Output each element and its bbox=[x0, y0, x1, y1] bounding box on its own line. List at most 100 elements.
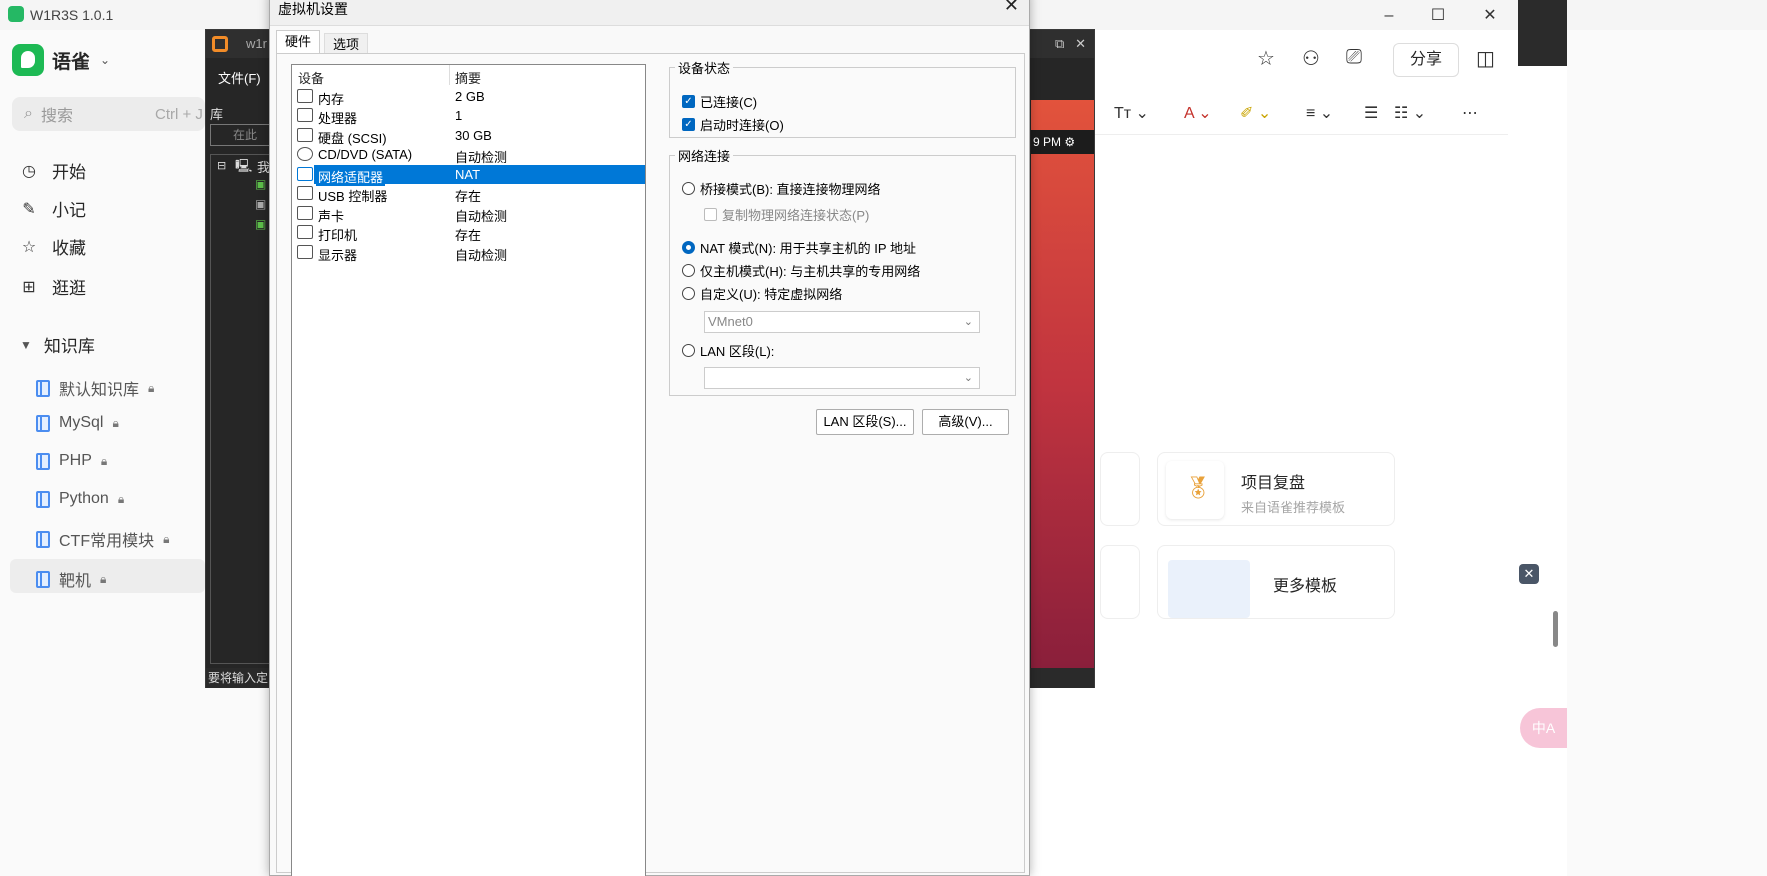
book-icon bbox=[36, 452, 50, 470]
device-status-group: 设备状态 ✓ 已连接(C) ✓ 启动时连接(O) bbox=[669, 58, 1016, 138]
close-icon[interactable]: ✕ bbox=[1519, 564, 1539, 584]
kb-item[interactable]: CTF常用模块 🔒︎ bbox=[36, 527, 170, 551]
radio-label: 桥接模式(B): 直接连接物理网络 bbox=[700, 182, 881, 197]
menu-file[interactable]: 文件(F) bbox=[218, 68, 261, 87]
dialog-title: 虚拟机设置 bbox=[278, 1, 348, 17]
connected-checkbox[interactable]: ✓ 已连接(C) bbox=[682, 92, 757, 111]
library-search-input[interactable]: 在此 bbox=[210, 124, 270, 146]
caret-down-icon: ▼ bbox=[20, 337, 32, 352]
bullet-list-icon[interactable]: ☰ bbox=[1364, 103, 1378, 123]
custom-network-select[interactable]: VMnet0 ⌄ bbox=[704, 311, 980, 333]
device-list[interactable]: 设备 摘要 内存 2 GB 处理器 1 硬盘 (SCSI) 30 GB CD/DVD … bbox=[291, 64, 646, 876]
column-device[interactable]: 设备 bbox=[298, 68, 324, 87]
grid-icon: ⊞ bbox=[22, 278, 36, 296]
kb-item[interactable]: MySql 🔒︎ bbox=[36, 414, 119, 432]
window-controls[interactable]: ⧉ ✕ bbox=[1055, 36, 1086, 52]
device-row-sound[interactable]: 声卡 自动检测 bbox=[292, 204, 645, 224]
nav-favorites[interactable]: ☆ 收藏 bbox=[20, 234, 86, 259]
lan-segment-radio[interactable]: LAN 区段(L): bbox=[682, 341, 774, 360]
share-button[interactable]: 分享 bbox=[1393, 43, 1459, 77]
chevron-down-icon: ⌄ bbox=[963, 316, 973, 328]
vmware-library: 库 在此 ⊟ 🖳︎ 我 ▣ ▣ ▣ bbox=[206, 98, 270, 670]
brand-name: 语雀 bbox=[52, 51, 91, 73]
kb-item[interactable]: 默认知识库 🔒︎ bbox=[36, 376, 154, 400]
leaf-icon: ✎ bbox=[22, 200, 36, 218]
vm-running-icon[interactable]: ▣ bbox=[255, 217, 266, 231]
template-card-partial[interactable] bbox=[1100, 545, 1140, 619]
kb-header-label: 知识库 bbox=[43, 337, 95, 356]
host-only-radio[interactable]: 仅主机模式(H): 与主机共享的专用网络 bbox=[682, 261, 920, 280]
search-shortcut: Ctrl + J bbox=[155, 105, 203, 123]
custom-radio[interactable]: 自定义(U): 特定虚拟网络 bbox=[682, 284, 842, 303]
nav-start[interactable]: ◷ 开始 bbox=[20, 158, 86, 183]
maximize-icon[interactable]: ☐ bbox=[1415, 2, 1461, 30]
translate-button[interactable]: 中A bbox=[1520, 708, 1567, 748]
vm-icon[interactable]: ▣ bbox=[255, 197, 266, 211]
device-row-harddisk[interactable]: 硬盘 (SCSI) 30 GB bbox=[292, 126, 645, 146]
cd-icon bbox=[297, 147, 313, 161]
close-icon[interactable]: ✕ bbox=[1004, 0, 1019, 16]
lan-segment-select[interactable]: ⌄ bbox=[704, 367, 980, 389]
knowledge-base-header[interactable]: ▼ 知识库 bbox=[20, 332, 95, 357]
tree-collapse-icon[interactable]: ⊟ bbox=[217, 159, 226, 172]
kb-item[interactable]: Python 🔒︎ bbox=[36, 490, 124, 508]
more-templates-card[interactable]: 更多模板 bbox=[1157, 545, 1395, 619]
document-canvas: 🏅︎ 项目复盘 来自语雀推荐模板 更多模板 bbox=[1030, 134, 1508, 876]
present-icon[interactable]: ⎚ bbox=[1346, 46, 1362, 69]
library-tree[interactable]: ⊟ 🖳︎ 我 ▣ ▣ ▣ bbox=[210, 154, 270, 664]
brand-switcher[interactable]: 语雀 ⌄ bbox=[12, 44, 110, 76]
checkbox-label: 已连接(C) bbox=[700, 95, 758, 110]
more-icon[interactable]: ⋯ bbox=[1462, 103, 1478, 123]
search-placeholder: 搜索 bbox=[40, 108, 73, 125]
nav-explore[interactable]: ⊞ 逛逛 bbox=[20, 274, 86, 299]
advanced-button[interactable]: 高级(V)... bbox=[922, 409, 1009, 435]
connect-at-power-on-checkbox[interactable]: ✓ 启动时连接(O) bbox=[682, 115, 784, 134]
sidebar-toggle-icon[interactable]: ◫ bbox=[1476, 46, 1495, 71]
vm-display[interactable]: 9 PM ⚙ bbox=[1031, 100, 1094, 668]
device-row-network[interactable]: 网络适配器 NAT bbox=[292, 165, 645, 186]
radio-dot bbox=[682, 182, 695, 195]
nav-notes[interactable]: ✎ 小记 bbox=[20, 196, 86, 221]
tab-options[interactable]: 选项 bbox=[324, 33, 369, 54]
kb-item[interactable]: 靶机 🔒︎ bbox=[36, 567, 106, 591]
add-user-icon[interactable]: ⚇ bbox=[1302, 46, 1320, 71]
vm-running-icon[interactable]: ▣ bbox=[255, 177, 266, 191]
sound-icon bbox=[297, 206, 313, 220]
device-list-header: 设备 摘要 bbox=[292, 65, 645, 87]
kb-item-label: Python bbox=[59, 490, 109, 507]
lock-icon: 🔒︎ bbox=[100, 453, 108, 468]
device-row-cpu[interactable]: 处理器 1 bbox=[292, 106, 645, 126]
numbered-list-icon[interactable]: ☷ ⌄ bbox=[1394, 103, 1426, 123]
book-icon bbox=[36, 570, 50, 588]
scrollbar[interactable] bbox=[1551, 66, 1561, 662]
kb-item-label: CTF常用模块 bbox=[59, 533, 155, 550]
bridged-radio[interactable]: 桥接模式(B): 直接连接物理网络 bbox=[682, 179, 881, 198]
tab-hardware[interactable]: 硬件 bbox=[276, 30, 321, 55]
replicate-state-checkbox[interactable]: 复制物理网络连接状态(P) bbox=[704, 205, 869, 224]
star-icon[interactable]: ☆ bbox=[1257, 46, 1275, 71]
device-name: USB 控制器 bbox=[318, 189, 388, 204]
library-search-placeholder: 在此 bbox=[233, 128, 258, 142]
device-summary: 自动检测 bbox=[455, 248, 508, 263]
device-row-printer[interactable]: 打印机 存在 bbox=[292, 223, 645, 243]
device-summary: 1 bbox=[455, 108, 463, 123]
font-color-icon[interactable]: A ⌄ bbox=[1184, 103, 1212, 123]
device-row-usb[interactable]: USB 控制器 存在 bbox=[292, 184, 645, 204]
text-size-icon[interactable]: Tт ⌄ bbox=[1114, 103, 1149, 123]
template-card[interactable]: 🏅︎ 项目复盘 来自语雀推荐模板 bbox=[1157, 452, 1395, 526]
device-name: 处理器 bbox=[318, 111, 358, 126]
lock-icon: 🔒︎ bbox=[163, 531, 170, 546]
search-input[interactable]: ⌕ 搜索 Ctrl + J bbox=[12, 97, 205, 131]
align-icon[interactable]: ≡ ⌄ bbox=[1306, 103, 1333, 123]
template-card-partial[interactable] bbox=[1100, 452, 1140, 526]
lan-segments-button[interactable]: LAN 区段(S)... bbox=[816, 409, 914, 435]
minimize-icon[interactable]: – bbox=[1366, 2, 1412, 30]
device-row-cddvd[interactable]: CD/DVD (SATA) 自动检测 bbox=[292, 145, 645, 165]
column-summary[interactable]: 摘要 bbox=[455, 68, 481, 87]
close-icon[interactable]: ✕ bbox=[1467, 2, 1513, 30]
highlight-icon[interactable]: ✐ ⌄ bbox=[1240, 103, 1271, 123]
device-row-memory[interactable]: 内存 2 GB bbox=[292, 87, 645, 107]
nat-radio[interactable]: NAT 模式(N): 用于共享主机的 IP 地址 bbox=[682, 238, 916, 257]
kb-item[interactable]: PHP 🔒︎ bbox=[36, 452, 107, 470]
device-row-monitor[interactable]: 显示器 自动检测 bbox=[292, 243, 645, 263]
